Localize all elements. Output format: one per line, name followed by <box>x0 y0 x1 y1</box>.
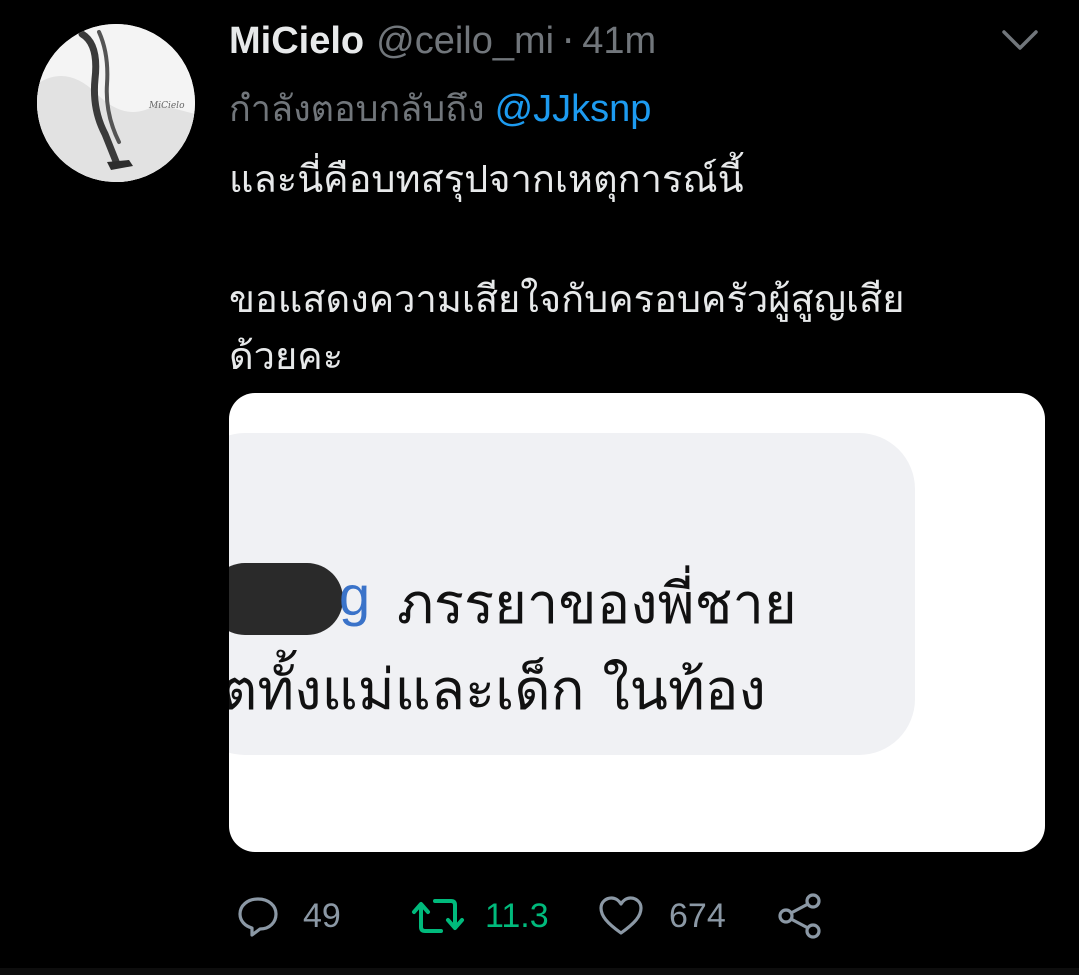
media-text-line-1: ภรรยาของพี่ชาย <box>397 572 797 637</box>
tweet-header: MiCielo @ceilo_mi · 41m <box>229 18 656 64</box>
reply-count: 49 <box>303 896 341 935</box>
chevron-down-icon[interactable] <box>998 24 1042 56</box>
media-text-line-2: ตทั้งแม่และเด็ก ในท้อง <box>229 658 766 723</box>
retweet-count: 11.3 <box>485 896 549 935</box>
avatar-image: MiCielo <box>37 24 195 182</box>
tweet-text-line-1: และนี่คือบทสรุปจากเหตุการณ์นี้ <box>229 157 744 201</box>
display-name[interactable]: MiCielo <box>229 20 364 63</box>
tweet-actions: 49 11.3 674 <box>229 886 1049 946</box>
divider <box>0 968 1079 975</box>
replying-to: กำลังตอบกลับถึง @JJksnp <box>229 80 651 137</box>
like-count: 674 <box>669 896 726 935</box>
share-icon <box>775 892 825 940</box>
heart-icon <box>597 893 645 939</box>
like-button[interactable]: 674 <box>597 886 726 946</box>
retweet-button[interactable]: 11.3 <box>411 886 549 946</box>
tweet-text-line-2: ขอแสดงความเสียใจกับครอบครัวผู้สูญเสีย <box>229 277 905 321</box>
mention-link[interactable]: @JJksnp <box>495 88 652 130</box>
tweet-timestamp[interactable]: 41m <box>582 20 656 63</box>
replying-prefix: กำลังตอบกลับถึง <box>229 89 485 130</box>
separator-dot: · <box>562 19 575 63</box>
tweet-text-line-3: ด้วยคะ <box>229 334 344 378</box>
share-button[interactable] <box>775 886 825 946</box>
redacted-name <box>229 563 343 635</box>
reply-button[interactable]: 49 <box>235 886 341 946</box>
media-partial-letter: g <box>339 564 371 627</box>
reply-icon <box>235 893 281 939</box>
avatar-signature: MiCielo <box>148 101 185 111</box>
retweet-icon <box>411 893 465 939</box>
tweet-media-image[interactable]: g ภรรยาของพี่ชาย ตทั้งแม่และเด็ก ในท้อง <box>229 393 1045 852</box>
user-handle[interactable]: @ceilo_mi <box>376 20 554 63</box>
avatar[interactable]: MiCielo <box>37 24 195 182</box>
